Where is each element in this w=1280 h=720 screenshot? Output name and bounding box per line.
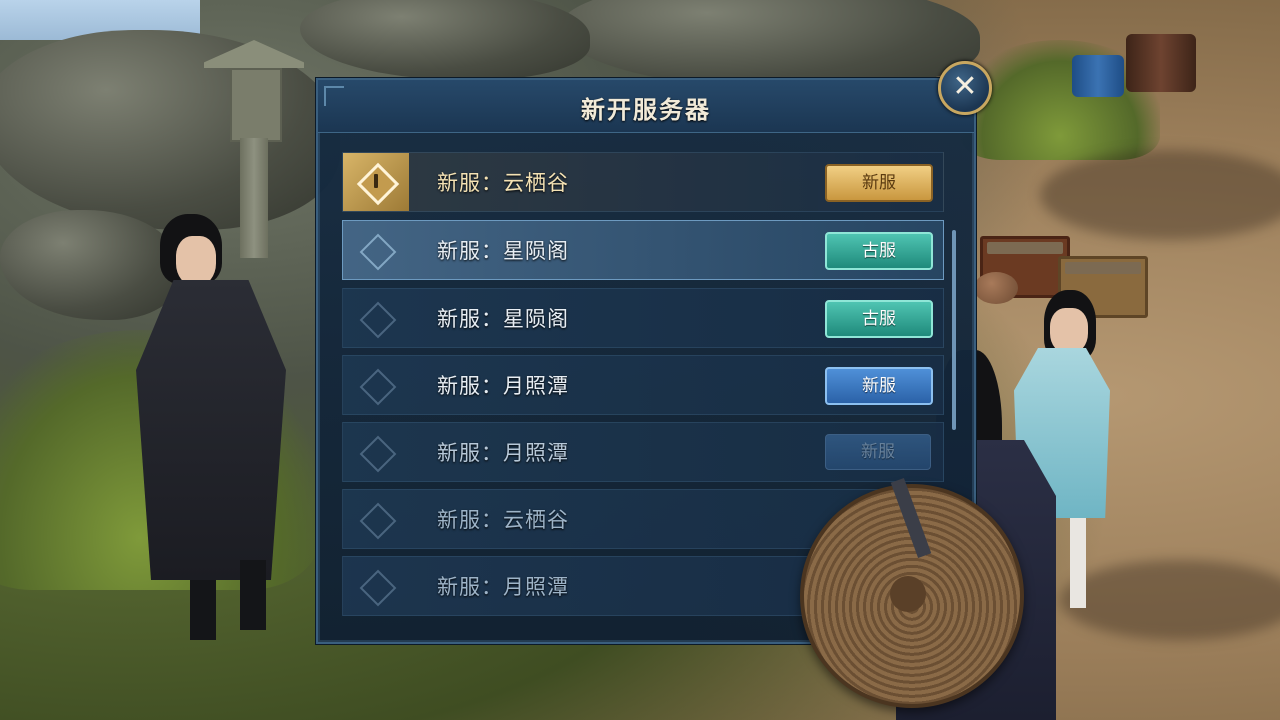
server-tag-badge[interactable]: 古服: [825, 232, 933, 270]
server-name: 新服：星陨阁: [437, 307, 569, 331]
wooden-barrel: [1126, 34, 1196, 92]
row-marker: [343, 557, 409, 615]
scrollbar[interactable]: [952, 230, 956, 430]
row-marker: [343, 356, 409, 414]
row-marker: [343, 153, 409, 211]
server-tag-badge[interactable]: 新服: [825, 434, 931, 470]
server-row[interactable]: 新服：月照潭 新服: [342, 355, 944, 415]
diamond-icon: [359, 502, 397, 540]
ground-shadow: [1040, 150, 1280, 240]
server-row[interactable]: 新服：云栖谷 新服: [342, 152, 944, 212]
close-button[interactable]: ✕: [938, 61, 992, 115]
hat-strap: [890, 478, 932, 558]
blue-barrel: [1072, 55, 1124, 97]
diamond-icon: [359, 368, 397, 406]
diamond-icon: [359, 301, 397, 339]
row-marker: [343, 221, 409, 279]
server-tag-badge[interactable]: 古服: [825, 300, 933, 338]
row-marker: [343, 490, 409, 548]
exclamation-icon: [374, 174, 378, 188]
server-row[interactable]: 新服：星陨阁 古服: [342, 220, 944, 280]
server-row[interactable]: 新服：月照潭 新服: [342, 422, 944, 482]
server-name: 新服：月照潭: [437, 441, 569, 465]
server-name: 新服：云栖谷: [437, 508, 569, 532]
row-marker: [343, 289, 409, 347]
diamond-icon: [356, 162, 400, 206]
straw-hat: [800, 478, 1024, 708]
server-name: 新服：月照潭: [437, 374, 569, 398]
server-name: 新服：月照潭: [437, 575, 569, 599]
server-tag-badge[interactable]: 新服: [825, 367, 933, 405]
close-icon: ✕: [952, 69, 978, 104]
diamond-icon: [359, 569, 397, 607]
server-name: 新服：星陨阁: [437, 239, 569, 263]
row-marker: [343, 423, 409, 481]
swordsman-character: [120, 200, 320, 650]
server-tag-badge[interactable]: 新服: [825, 164, 933, 202]
diamond-icon: [359, 233, 397, 271]
boulder: [300, 0, 590, 80]
server-row[interactable]: 新服：星陨阁 古服: [342, 288, 944, 348]
dialog-header: 新开服务器: [318, 80, 974, 133]
hat-tip: [890, 576, 926, 612]
diamond-icon: [359, 435, 397, 473]
server-name: 新服：云栖谷: [437, 171, 569, 195]
boulder: [560, 0, 980, 90]
dialog-title: 新开服务器: [581, 96, 711, 124]
